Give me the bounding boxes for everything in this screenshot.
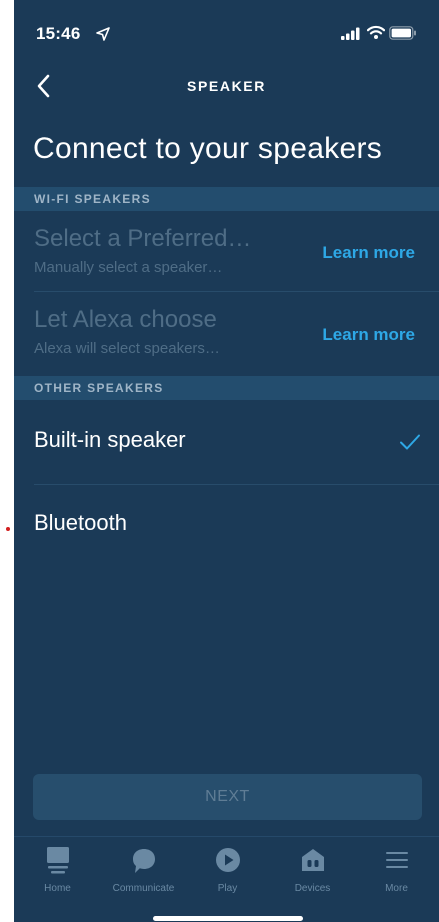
app-screen: 15:46 SPEAKER Connect to your speakers W… <box>14 0 439 922</box>
checkmark-icon <box>400 434 420 450</box>
option-title: Let Alexa choose <box>34 306 217 333</box>
option-subtitle: Manually select a speaker… <box>34 259 223 276</box>
tab-label: Devices <box>294 883 331 894</box>
speaker-label: Bluetooth <box>34 510 127 535</box>
learn-more-link[interactable]: Learn more <box>322 325 415 345</box>
next-button[interactable]: NEXT <box>33 774 422 820</box>
edge-marker-dot <box>6 527 10 531</box>
tab-label: More <box>385 883 408 894</box>
status-time: 15:46 <box>36 24 81 43</box>
status-bar: 15:46 <box>14 0 439 64</box>
battery-icon <box>389 26 416 40</box>
cellular-signal-icon <box>341 27 360 40</box>
chat-bubble-icon <box>132 849 155 873</box>
home-indicator <box>153 916 303 921</box>
wifi-option-let-alexa-choose[interactable]: Let Alexa choose Alexa will select speak… <box>14 292 439 374</box>
location-arrow-icon <box>96 27 110 41</box>
tab-label: Communicate <box>112 883 175 894</box>
speaker-label: Built-in speaker <box>34 427 186 452</box>
option-subtitle: Alexa will select speakers… <box>34 340 220 357</box>
speaker-option-bluetooth[interactable]: Bluetooth <box>14 485 439 565</box>
bottom-tab-bar: Home Communicate Play Devices More <box>14 836 439 922</box>
wifi-option-select-preferred[interactable]: Select a Preferred… Manually select a sp… <box>14 211 439 291</box>
header-title: SPEAKER <box>187 78 266 94</box>
home-icon <box>46 847 69 874</box>
section-header-other: OTHER SPEAKERS <box>14 376 439 400</box>
option-title: Select a Preferred… <box>34 225 252 252</box>
page-title: Connect to your speakers <box>33 132 383 165</box>
play-icon <box>215 848 240 872</box>
speaker-option-built-in[interactable]: Built-in speaker <box>14 400 439 484</box>
tab-label: Play <box>217 883 238 894</box>
learn-more-link[interactable]: Learn more <box>322 243 415 263</box>
menu-icon <box>385 852 408 868</box>
wifi-icon <box>367 25 385 39</box>
tab-label: Home <box>44 883 71 894</box>
section-header-wifi: WI-FI SPEAKERS <box>14 187 439 211</box>
devices-icon <box>301 849 324 871</box>
